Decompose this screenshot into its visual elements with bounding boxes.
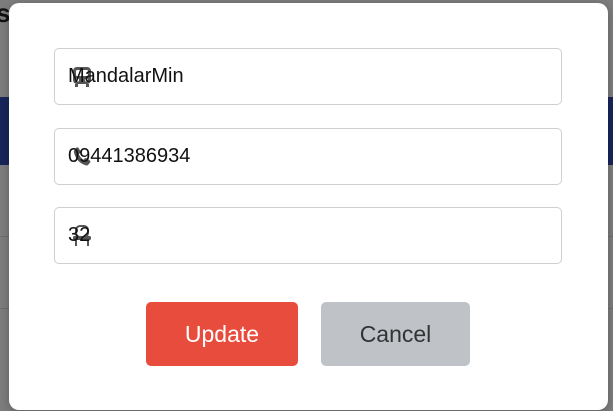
passenger-name-value: MandalarMin xyxy=(68,65,184,87)
cancel-button[interactable]: Cancel xyxy=(321,302,470,366)
seat-number-value: 32 xyxy=(68,224,91,246)
passenger-name-field[interactable]: MandalarMin xyxy=(54,48,562,105)
phone-number-value: 09441386934 xyxy=(68,145,191,167)
update-button[interactable]: Update xyxy=(146,302,298,366)
edit-booking-modal: MandalarMin 09441386934 32 Update Cancel xyxy=(9,3,608,410)
seat-number-field[interactable]: 32 xyxy=(54,207,562,264)
background-divider xyxy=(0,308,9,309)
background-divider xyxy=(0,236,9,237)
background-divider xyxy=(608,236,613,237)
background-divider xyxy=(608,308,613,309)
phone-number-field[interactable]: 09441386934 xyxy=(54,128,562,185)
